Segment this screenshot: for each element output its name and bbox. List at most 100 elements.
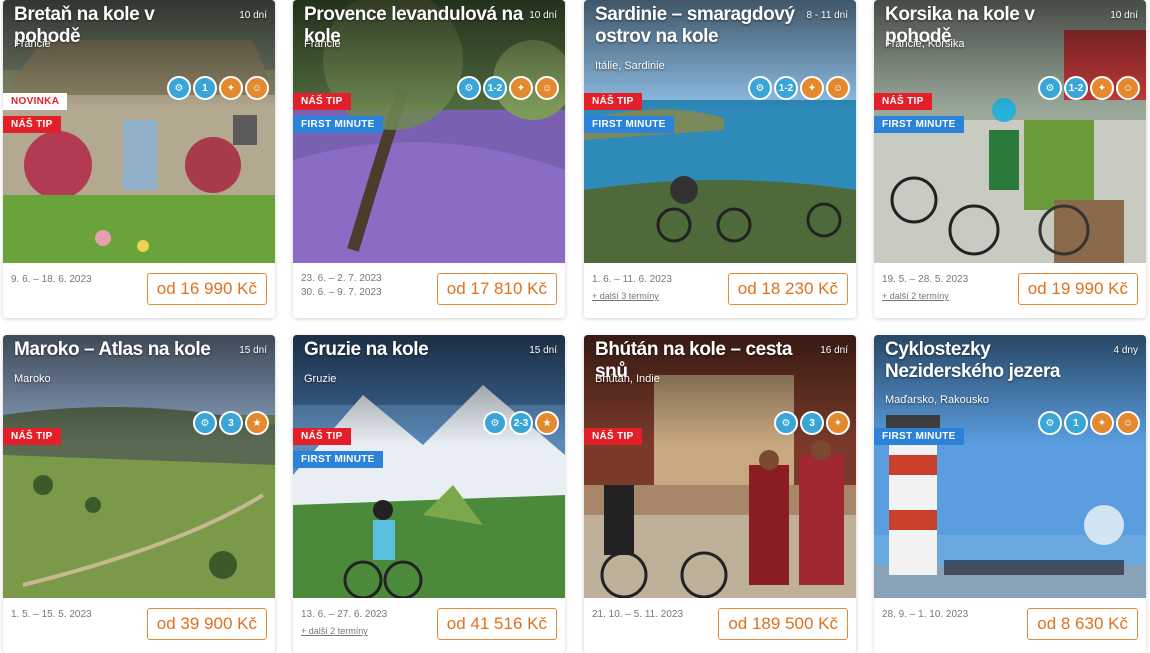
tour-card-korsika[interactable]: Korsika na kole v pohodě 10 dní Francie,… [874, 0, 1146, 318]
family-icon: ☺ [535, 76, 559, 100]
badge-nas-tip: NÁŠ TIP [293, 93, 351, 110]
bike-icon: ⚙ [1038, 411, 1062, 435]
tour-footer: 13. 6. – 27. 6. 2023 + další 2 termíny o… [293, 598, 565, 653]
tour-card-bhutan[interactable]: Bhútán na kole – cesta snů 16 dní Bhútán… [584, 335, 856, 653]
tour-duration: 10 dní [1110, 10, 1138, 21]
price-button[interactable]: od 189 500 Kč [718, 608, 848, 640]
level-1-icon: 1 [193, 76, 217, 100]
bike-icon: ⚙ [748, 76, 772, 100]
tour-footer: 1. 6. – 11. 6. 2023 + další 3 termíny od… [584, 263, 856, 318]
tour-footer: 21. 10. – 5. 11. 2023 od 189 500 Kč [584, 598, 856, 653]
tour-features: ⚙ 1 ✦ ☺ [167, 76, 269, 100]
tour-country: Maďarsko, Rakousko [885, 394, 989, 406]
tour-duration: 15 dní [529, 345, 557, 356]
tour-country: Francie [14, 38, 51, 50]
price-button[interactable]: od 39 900 Kč [146, 608, 267, 640]
level-2-3-icon: 2-3 [509, 411, 533, 435]
hotel-icon: ✦ [800, 76, 824, 100]
date-range: 1. 5. – 15. 5. 2023 [11, 609, 92, 620]
tour-features: ⚙ 2-3 ★ [483, 411, 559, 435]
date-range: 1. 6. – 11. 6. 2023 [592, 274, 672, 285]
stars-icon: ★ [535, 411, 559, 435]
tour-card-provence[interactable]: Provence levandulová na kole 10 dní Fran… [293, 0, 565, 318]
hotel-icon: ✦ [1090, 411, 1114, 435]
tour-features: ⚙ 3 ✦ [774, 411, 850, 435]
tour-footer: 28. 9. – 1. 10. 2023 od 8 630 Kč [874, 598, 1146, 653]
badge-first-minute: FIRST MINUTE [874, 428, 964, 445]
date-range: 13. 6. – 27. 6. 2023 [301, 609, 388, 620]
level-3-icon: 3 [219, 411, 243, 435]
tour-duration: 4 dny [1113, 345, 1138, 356]
price-button[interactable]: od 41 516 Kč [436, 608, 557, 640]
badge-nas-tip: NÁŠ TIP [3, 428, 61, 445]
tour-country: Francie [304, 38, 341, 50]
bike-icon: ⚙ [193, 411, 217, 435]
family-icon: ☺ [1116, 411, 1140, 435]
price-button[interactable]: od 18 230 Kč [727, 273, 848, 305]
tour-features: ⚙ 1 ✦ ☺ [1038, 411, 1140, 435]
badge-nas-tip: NÁŠ TIP [584, 93, 642, 110]
more-dates-link[interactable]: + další 2 termíny [882, 291, 949, 301]
hotel-icon: ✦ [509, 76, 533, 100]
tour-footer: 9. 6. – 18. 6. 2023 od 16 990 Kč [3, 263, 275, 318]
bike-icon: ⚙ [167, 76, 191, 100]
tour-card-maroko[interactable]: Maroko – Atlas na kole 15 dní Maroko ⚙ 3… [3, 335, 275, 653]
price-button[interactable]: od 8 630 Kč [1027, 608, 1138, 640]
tour-country: Itálie, Sardinie [595, 60, 665, 72]
tour-country: Bhútán, Indie [595, 373, 660, 385]
badge-nas-tip: NÁŠ TIP [874, 93, 932, 110]
tour-features: ⚙ 3 ★ [193, 411, 269, 435]
tour-country: Maroko [14, 373, 51, 385]
badge-nas-tip: NÁŠ TIP [3, 116, 61, 133]
tour-country: Gruzie [304, 373, 337, 385]
badge-nas-tip: NÁŠ TIP [584, 428, 642, 445]
tour-title[interactable]: Cyklostezky Neziderského jezera [885, 339, 1085, 383]
tour-duration: 10 dní [529, 10, 557, 21]
date-range: 28. 9. – 1. 10. 2023 [882, 609, 969, 620]
level-1-icon: 1 [1064, 411, 1088, 435]
tour-dates: 28. 9. – 1. 10. 2023 [882, 608, 968, 622]
tour-dates: 1. 5. – 15. 5. 2023 [11, 608, 92, 622]
tour-footer: 19. 5. – 28. 5. 2023 + další 2 termíny o… [874, 263, 1146, 318]
level-1-2-icon: 1-2 [483, 76, 507, 100]
bike-icon: ⚙ [483, 411, 507, 435]
more-dates-link[interactable]: + další 2 termíny [301, 626, 368, 636]
tour-country: Francie, Korsika [885, 38, 965, 50]
bike-icon: ⚙ [1038, 76, 1062, 100]
tour-title[interactable]: Gruzie na kole [304, 339, 504, 361]
tour-duration: 15 dní [239, 345, 267, 356]
date-range: 30. 6. – 9. 7. 2023 [301, 287, 382, 298]
date-range: 23. 6. – 2. 7. 2023 [301, 273, 382, 284]
tour-features: ⚙ 1-2 ✦ ☺ [748, 76, 850, 100]
level-3-icon: 3 [800, 411, 824, 435]
tour-duration: 8 - 11 dní [806, 10, 848, 21]
date-range: 19. 5. – 28. 5. 2023 [882, 274, 969, 285]
tour-card-bretan[interactable]: Bretaň na kole v pohodě 10 dní Francie ⚙… [3, 0, 275, 318]
tour-dates: 1. 6. – 11. 6. 2023 [592, 273, 672, 287]
tour-dates: 21. 10. – 5. 11. 2023 [592, 608, 683, 622]
price-button[interactable]: od 16 990 Kč [146, 273, 267, 305]
price-button[interactable]: od 19 990 Kč [1017, 273, 1138, 305]
more-dates-link[interactable]: + další 3 termíny [592, 291, 659, 301]
tour-features: ⚙ 1-2 ✦ ☺ [1038, 76, 1140, 100]
tour-title[interactable]: Sardinie – smaragdový ostrov na kole [595, 4, 810, 48]
hotel-icon: ✦ [219, 76, 243, 100]
tour-dates: 9. 6. – 18. 6. 2023 [11, 273, 92, 287]
tour-card-sardinie[interactable]: Sardinie – smaragdový ostrov na kole 8 -… [584, 0, 856, 318]
family-icon: ☺ [1116, 76, 1140, 100]
price-button[interactable]: od 17 810 Kč [436, 273, 557, 305]
tour-dates: 13. 6. – 27. 6. 2023 [301, 608, 387, 622]
family-icon: ☺ [826, 76, 850, 100]
tour-duration: 10 dní [239, 10, 267, 21]
tour-card-gruzie[interactable]: Gruzie na kole 15 dní Gruzie ⚙ 2-3 ★ NÁŠ… [293, 335, 565, 653]
tour-title[interactable]: Maroko – Atlas na kole [14, 339, 214, 361]
date-range: 9. 6. – 18. 6. 2023 [11, 274, 92, 285]
tour-card-neziderske-jezero[interactable]: Cyklostezky Neziderského jezera 4 dny Ma… [874, 335, 1146, 653]
tour-dates: 19. 5. – 28. 5. 2023 [882, 273, 968, 287]
badge-first-minute: FIRST MINUTE [874, 116, 964, 133]
hotel-icon: ✦ [826, 411, 850, 435]
family-icon: ☺ [245, 76, 269, 100]
badge-novinka: NOVINKA [3, 93, 68, 110]
badge-first-minute: FIRST MINUTE [293, 451, 383, 468]
tour-footer: 1. 5. – 15. 5. 2023 od 39 900 Kč [3, 598, 275, 653]
